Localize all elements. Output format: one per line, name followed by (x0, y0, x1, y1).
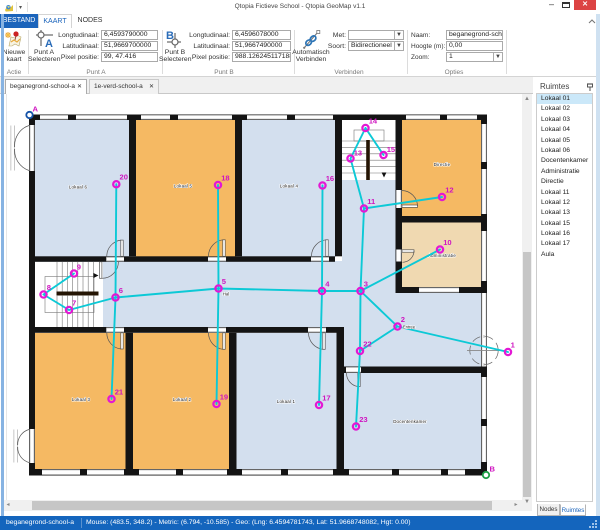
svg-text:6: 6 (119, 286, 123, 295)
svg-text:19: 19 (220, 392, 228, 401)
svg-text:A: A (33, 105, 39, 114)
svg-text:23: 23 (359, 415, 367, 424)
svg-text:Lokaal 2: Lokaal 2 (173, 397, 192, 402)
svg-text:Lokaal 1: Lokaal 1 (277, 399, 296, 404)
svg-text:Lokaal 3: Lokaal 3 (72, 397, 91, 402)
svg-text:A: A (45, 38, 53, 48)
svg-text:2: 2 (401, 315, 405, 324)
svg-text:8: 8 (47, 283, 51, 292)
svg-text:3: 3 (364, 279, 368, 288)
svg-text:Lokaal 4: Lokaal 4 (280, 184, 299, 189)
svg-text:18: 18 (221, 173, 229, 182)
svg-text:16: 16 (326, 174, 334, 183)
svg-text:11: 11 (367, 197, 376, 206)
svg-text:Hal: Hal (223, 292, 229, 297)
svg-text:Lokaal 5: Lokaal 5 (174, 184, 193, 189)
svg-text:Docentenkamer: Docentenkamer (393, 419, 427, 424)
svg-text:7: 7 (72, 299, 76, 308)
svg-text:13: 13 (354, 148, 362, 157)
svg-text:Entree: Entree (403, 325, 416, 330)
svg-text:15: 15 (387, 145, 396, 154)
svg-text:B: B (490, 465, 496, 474)
svg-text:22: 22 (363, 339, 371, 348)
svg-text:10: 10 (443, 238, 451, 247)
svg-text:20: 20 (120, 173, 128, 182)
svg-text:21: 21 (115, 387, 124, 396)
svg-text:Directie: Directie (434, 162, 451, 167)
svg-text:9: 9 (77, 262, 81, 271)
svg-text:12: 12 (445, 185, 453, 194)
svg-text:14: 14 (369, 116, 378, 125)
svg-text:17: 17 (322, 393, 330, 402)
svg-text:Lokaal 6: Lokaal 6 (69, 185, 88, 190)
